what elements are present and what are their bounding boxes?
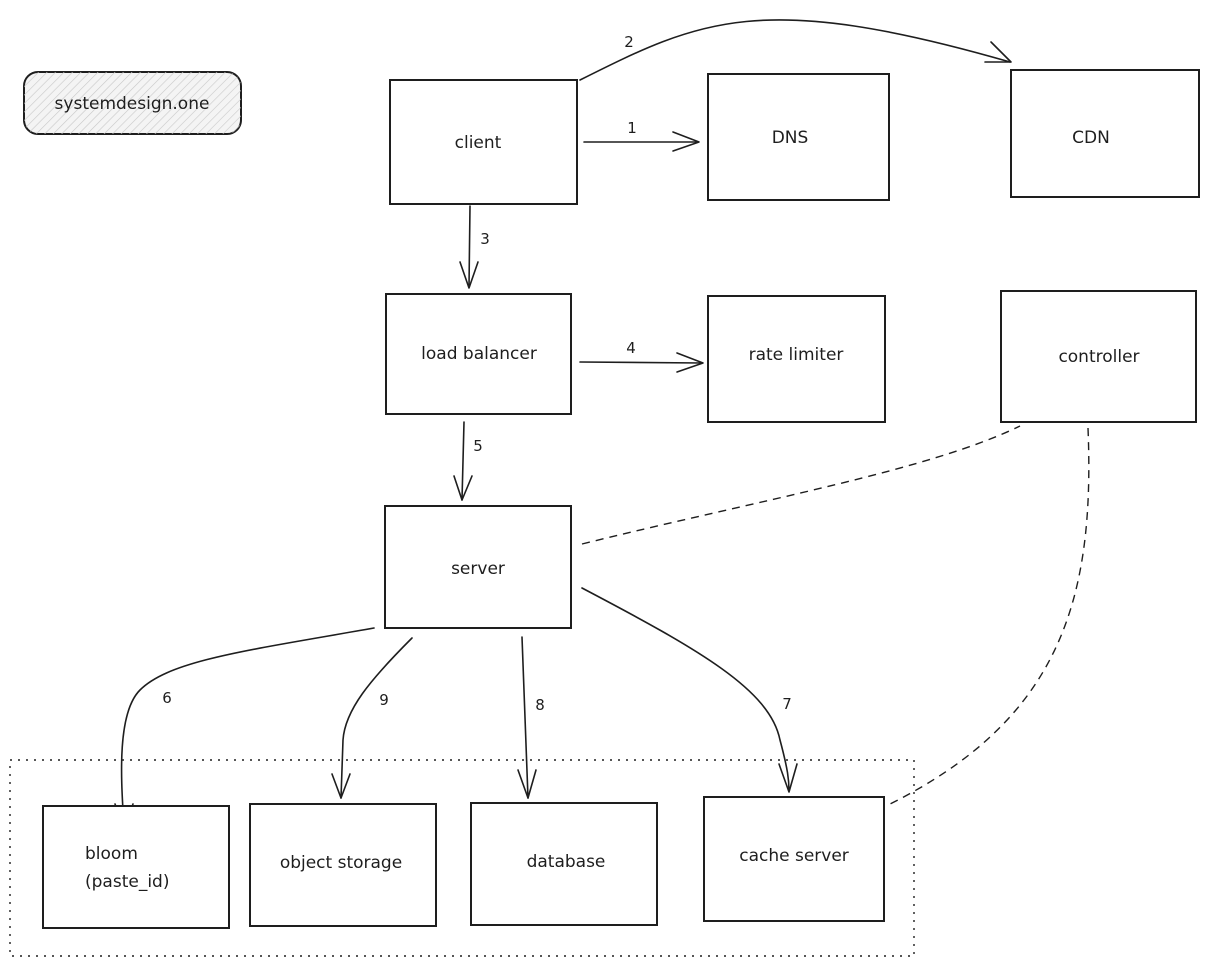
edge-server-object-storage: 9 bbox=[331, 637, 413, 799]
node-cdn[interactable]: CDN bbox=[1010, 69, 1200, 198]
controller-server-link bbox=[581, 425, 1021, 545]
node-load-balancer[interactable]: load balancer bbox=[385, 293, 572, 415]
node-object-storage-label: object storage bbox=[280, 853, 402, 873]
node-server-label: server bbox=[451, 559, 505, 579]
node-bloom-label-line1: bloom bbox=[85, 844, 138, 864]
edge-lb-server: 5 bbox=[453, 421, 483, 501]
node-rate-limiter-label: rate limiter bbox=[749, 345, 844, 365]
node-dns-label: DNS bbox=[772, 128, 809, 148]
edge-label-5: 5 bbox=[473, 437, 483, 455]
architecture-diagram: systemdesign.one 1 2 3 4 5 6 9 8 7 clien… bbox=[9, 19, 1200, 957]
node-controller-label: controller bbox=[1058, 347, 1139, 367]
brand-badge: systemdesign.one bbox=[23, 71, 242, 135]
edge-label-8: 8 bbox=[535, 696, 545, 714]
controller-cache-link bbox=[887, 427, 1090, 806]
brand-badge-label: systemdesign.one bbox=[55, 94, 210, 114]
edge-label-9: 9 bbox=[379, 691, 389, 709]
edge-label-3: 3 bbox=[480, 230, 490, 248]
node-cache-server[interactable]: cache server bbox=[703, 796, 885, 922]
edge-server-database: 8 bbox=[517, 636, 545, 799]
edge-label-2: 2 bbox=[624, 33, 634, 51]
node-client[interactable]: client bbox=[389, 79, 578, 205]
node-bloom-label-line2: (paste_id) bbox=[85, 872, 169, 892]
node-controller[interactable]: controller bbox=[1000, 290, 1197, 423]
edge-server-bloom: 6 bbox=[114, 627, 375, 829]
node-object-storage[interactable]: object storage bbox=[249, 803, 437, 927]
edge-label-4: 4 bbox=[626, 339, 636, 357]
node-dns[interactable]: DNS bbox=[707, 73, 890, 201]
edge-client-dns: 1 bbox=[583, 119, 700, 152]
edge-label-1: 1 bbox=[627, 119, 637, 137]
node-bloom[interactable]: bloom (paste_id) bbox=[42, 805, 230, 929]
edge-server-cache: 7 bbox=[581, 587, 798, 793]
edge-client-lb: 3 bbox=[459, 205, 490, 289]
node-server[interactable]: server bbox=[384, 505, 572, 629]
edge-lb-rate-limiter: 4 bbox=[579, 339, 704, 373]
node-rate-limiter[interactable]: rate limiter bbox=[707, 295, 886, 423]
node-load-balancer-label: load balancer bbox=[421, 344, 537, 364]
edge-label-7: 7 bbox=[782, 695, 792, 713]
node-database[interactable]: database bbox=[470, 802, 658, 926]
edge-label-6: 6 bbox=[162, 689, 172, 707]
node-cdn-label: CDN bbox=[1072, 128, 1110, 148]
node-database-label: database bbox=[527, 852, 606, 872]
node-cache-server-label: cache server bbox=[739, 846, 849, 866]
node-client-label: client bbox=[455, 133, 502, 153]
edge-client-cdn: 2 bbox=[579, 19, 1012, 81]
